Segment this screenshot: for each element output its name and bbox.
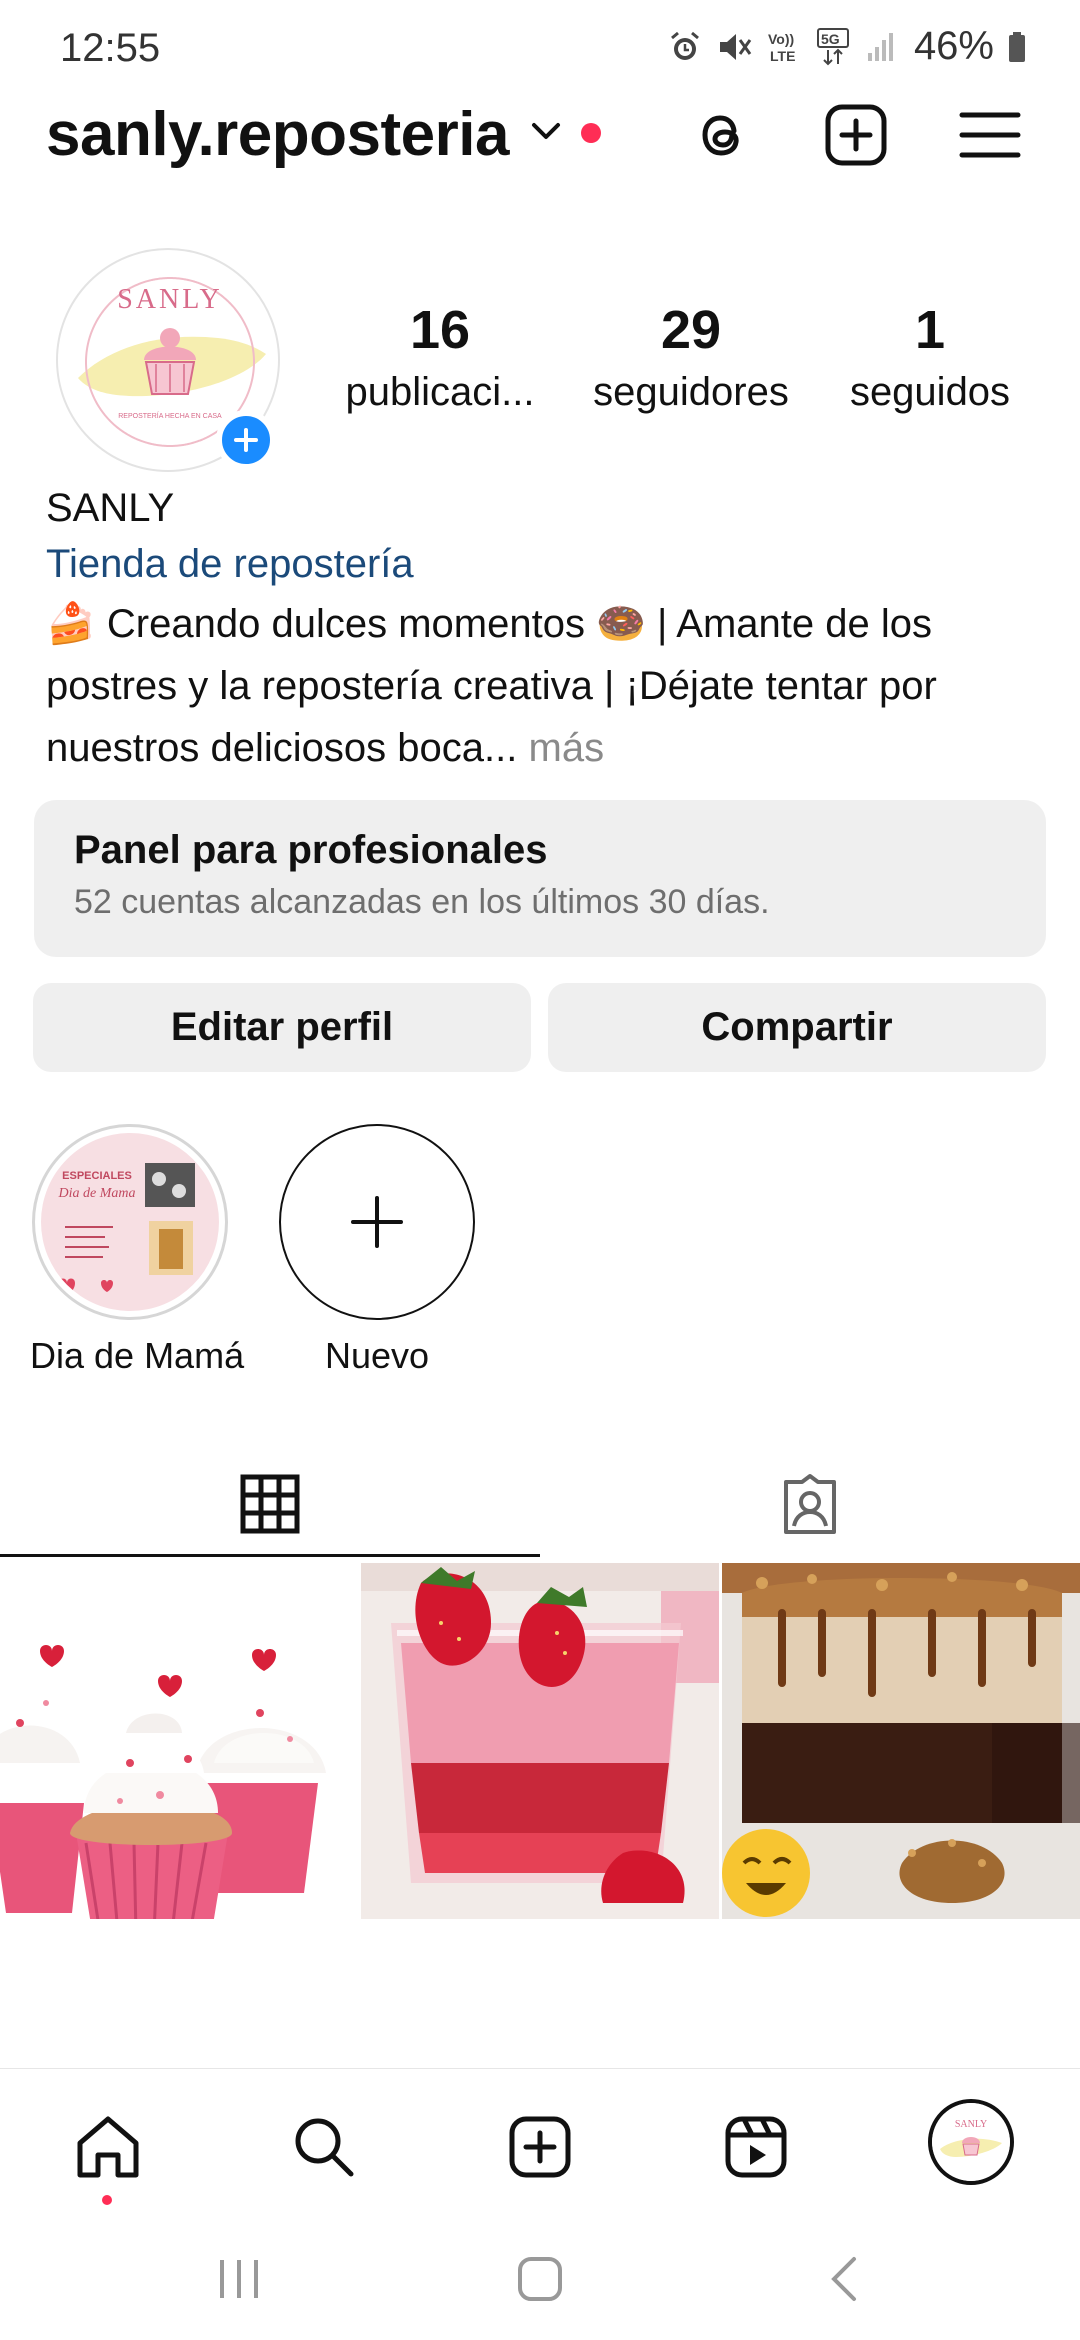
edit-profile-button[interactable]: Editar perfil bbox=[33, 983, 531, 1072]
5g-icon: 5G bbox=[816, 27, 852, 66]
nav-profile-avatar[interactable]: SANLY bbox=[928, 2099, 1014, 2185]
posts-count: 16 bbox=[409, 300, 471, 360]
notification-dot bbox=[102, 2195, 112, 2205]
bio-line: postres y la repostería creativa | ¡Déja… bbox=[46, 664, 937, 708]
svg-text:SANLY: SANLY bbox=[955, 2119, 987, 2130]
bottom-navigation: SANLY bbox=[0, 2068, 1080, 2218]
strawberry-mousse-photo bbox=[361, 1563, 719, 1919]
system-navigation-bar bbox=[0, 2218, 1080, 2340]
following-label: seguidos bbox=[849, 370, 1011, 414]
stat-followers[interactable]: 29 seguidores bbox=[576, 298, 806, 418]
recents-icon[interactable] bbox=[214, 2254, 264, 2309]
svg-text:Vo)): Vo)) bbox=[768, 31, 794, 47]
battery-percentage: 46% bbox=[913, 24, 994, 68]
bio-more-link[interactable]: más bbox=[529, 726, 605, 770]
highlight-dia-de-mama[interactable]: ESPECIALES Dia de Mama Dia de Mamá bbox=[30, 1124, 245, 1380]
professional-dashboard-title: Panel para profesionales bbox=[74, 828, 548, 872]
add-story-button[interactable] bbox=[216, 410, 276, 470]
active-tab-indicator bbox=[0, 1554, 540, 1557]
svg-text:LTE: LTE bbox=[770, 48, 795, 64]
account-username[interactable]: sanly.reposteria bbox=[46, 99, 509, 170]
nav-reels[interactable] bbox=[720, 2111, 792, 2183]
home-button-icon[interactable] bbox=[515, 2254, 565, 2309]
highlight-cover-image: ESPECIALES Dia de Mama bbox=[41, 1133, 219, 1311]
nav-create[interactable] bbox=[504, 2111, 576, 2183]
tab-posts-grid[interactable] bbox=[0, 1450, 540, 1558]
create-post-icon[interactable] bbox=[822, 101, 890, 169]
search-icon bbox=[295, 2118, 354, 2177]
svg-text:Dia de Mama: Dia de Mama bbox=[58, 1186, 136, 1201]
alarm-icon bbox=[668, 30, 702, 64]
new-highlight-circle bbox=[279, 1124, 475, 1320]
notification-dot bbox=[581, 123, 601, 143]
menu-icon[interactable] bbox=[956, 101, 1024, 169]
post-strawberry-mousse[interactable] bbox=[361, 1563, 719, 1919]
svg-text:ESPECIALES: ESPECIALES bbox=[62, 1170, 132, 1182]
highlight-label: Dia de Mamá bbox=[30, 1335, 245, 1376]
post-cupcakes[interactable] bbox=[0, 1563, 358, 1919]
display-name: SANLY bbox=[46, 486, 175, 530]
grid-icon bbox=[240, 1474, 300, 1534]
battery-icon bbox=[1008, 31, 1026, 63]
emoji-sticker bbox=[722, 1829, 810, 1917]
share-profile-button[interactable]: Compartir bbox=[548, 983, 1046, 1072]
followers-count: 29 bbox=[660, 300, 722, 360]
post-chocolate-cake[interactable] bbox=[722, 1563, 1080, 1919]
profile-stats: 16 publicaci... 29 seguidores 1 seguidos bbox=[340, 298, 1040, 428]
bio-line: 🍰 Creando dulces momentos 🍩 | Amante de … bbox=[46, 602, 932, 646]
stat-posts[interactable]: 16 publicaci... bbox=[340, 298, 540, 418]
chocolate-cake-photo bbox=[722, 1563, 1080, 1919]
nav-home[interactable] bbox=[72, 2111, 144, 2205]
followers-label: seguidores bbox=[593, 370, 789, 414]
profile-bio: SANLY Tienda de repostería 🍰 Creando dul… bbox=[46, 480, 1046, 778]
following-count: 1 bbox=[914, 300, 946, 360]
profile-content-tabs bbox=[0, 1450, 1080, 1558]
category-label: Tienda de repostería bbox=[46, 542, 414, 586]
signal-icon bbox=[866, 31, 896, 63]
highlight-cover: ESPECIALES Dia de Mama bbox=[32, 1124, 228, 1320]
status-bar: 12:55 Vo)) LTE 5G 46% bbox=[0, 0, 1080, 100]
create-icon bbox=[509, 2116, 571, 2178]
stat-following[interactable]: 1 seguidos bbox=[830, 298, 1030, 418]
home-icon bbox=[77, 2116, 139, 2178]
status-time: 12:55 bbox=[60, 26, 161, 70]
posts-label: publicaci... bbox=[345, 370, 535, 414]
instagram-profile-screen: 12:55 Vo)) LTE 5G 46% sanly.reposteria S… bbox=[0, 0, 1080, 2340]
svg-text:SANLY: SANLY bbox=[117, 284, 223, 315]
profile-avatar: SANLY bbox=[932, 2103, 1010, 2181]
back-icon[interactable] bbox=[820, 2254, 870, 2309]
posts-grid bbox=[0, 1563, 1080, 1935]
profile-top-bar: sanly.reposteria bbox=[0, 95, 1080, 175]
svg-text:5G: 5G bbox=[821, 31, 840, 47]
bio-line-3: nuestros deliciosos boca... bbox=[46, 726, 518, 770]
svg-text:REPOSTERÍA HECHA EN CASA: REPOSTERÍA HECHA EN CASA bbox=[118, 411, 222, 420]
cupcakes-photo bbox=[0, 1563, 358, 1919]
professional-dashboard-panel[interactable]: Panel para profesionales 52 cuentas alca… bbox=[34, 800, 1046, 957]
mute-icon bbox=[716, 30, 752, 64]
reels-icon bbox=[725, 2116, 787, 2178]
new-highlight-button[interactable]: Nuevo bbox=[277, 1124, 477, 1380]
status-icons: Vo)) LTE 5G 46% bbox=[668, 24, 1026, 69]
volte-icon: Vo)) LTE bbox=[766, 29, 802, 65]
tagged-icon bbox=[784, 1474, 836, 1534]
highlight-label: Nuevo bbox=[324, 1335, 430, 1376]
tab-tagged[interactable] bbox=[540, 1450, 1080, 1558]
bio-line-truncated: nuestros deliciosos boca... más bbox=[46, 718, 1046, 778]
plus-icon bbox=[351, 1196, 403, 1248]
professional-dashboard-subtitle: 52 cuentas alcanzadas en los últimos 30 … bbox=[74, 883, 770, 921]
plus-icon bbox=[234, 428, 258, 452]
nav-search[interactable] bbox=[288, 2111, 360, 2183]
threads-icon[interactable] bbox=[688, 101, 756, 169]
chevron-down-icon[interactable] bbox=[528, 117, 564, 152]
profile-avatar-wrap[interactable]: SANLY REPOSTERÍA HECHA EN CASA bbox=[56, 248, 280, 472]
